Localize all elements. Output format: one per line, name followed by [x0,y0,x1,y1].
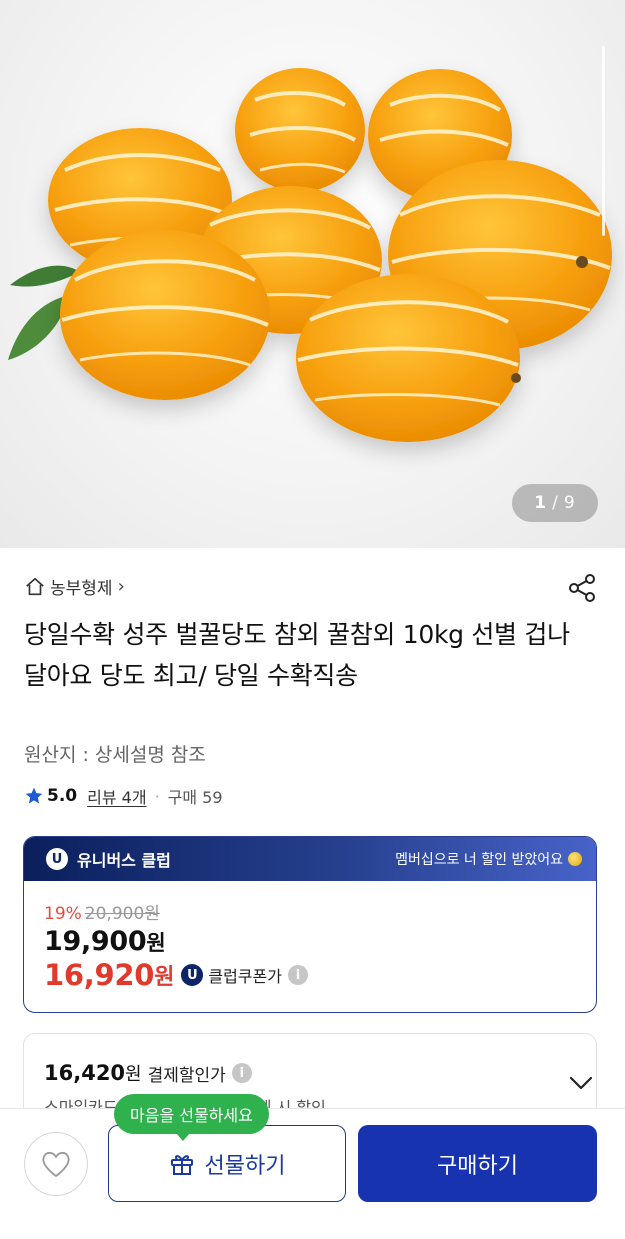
sale-price: 19,900 [44,926,147,957]
purchase-count: 구매 59 [167,788,223,807]
image-total-count: 9 [563,493,576,513]
wishlist-button[interactable] [24,1132,88,1196]
gift-icon [170,1154,193,1175]
chevron-right-icon: › [117,576,125,597]
star-icon [25,787,43,804]
info-icon[interactable]: i [231,1063,252,1083]
original-price-row: 19% 20,900원 [44,899,308,924]
buy-button[interactable]: 구매하기 [358,1125,597,1202]
discount-percent: 19% [44,904,82,924]
coupon-price-row: 16,920 원 U 클럽쿠폰가 i [44,958,308,992]
image-scroll-indicator [602,46,605,236]
club-message: 멤버십으로 너 할인 받았어요 [395,849,582,869]
seller-link[interactable]: 농부형제 › [24,574,125,599]
universe-club-logo-icon: U [46,848,68,870]
image-page-counter: 1 / 9 [512,484,598,522]
rating-score: 5.0 [47,786,78,806]
payment-discount-label: 결제할인가 [147,1065,226,1086]
club-header[interactable]: U 유니버스 클럽 멤버십으로 너 할인 받았어요 [24,837,596,881]
universe-club-price-box: U 유니버스 클럽 멤버십으로 너 할인 받았어요 19% 20,900원 19… [23,836,597,1013]
original-price: 20,900원 [84,904,160,924]
sale-price-row: 19,900원 [44,926,308,957]
seller-name: 농부형제 [50,579,113,599]
share-icon[interactable] [566,572,598,604]
bottom-action-bar: 선물하기 구매하기 [0,1108,625,1239]
info-icon[interactable]: i [287,965,308,985]
home-icon [26,577,44,595]
coupon-price-unit: 원 [154,965,175,990]
sale-price-unit: 원 [146,931,166,955]
coupon-price: 16,920 [44,958,155,992]
chevron-down-icon[interactable] [568,1074,594,1092]
gift-tooltip-text: 마음을 선물하세요 [130,1106,253,1125]
rating-row: 5.0 리뷰 4개 · 구매 59 [24,784,223,808]
gift-button-label: 선물하기 [204,1153,286,1179]
review-count-link[interactable]: 리뷰 4개 [87,784,146,808]
gift-tooltip: 마음을 선물하세요 [114,1094,269,1141]
payment-discount-price-row: 16,420 원 결제할인가 i [44,1060,252,1086]
product-image-carousel[interactable]: 1 / 9 [0,0,625,548]
club-name: 유니버스 클럽 [77,851,171,870]
product-origin: 원산지 : 상세설명 참조 [24,744,206,766]
buy-button-label: 구매하기 [437,1153,518,1179]
universe-club-badge-icon: U [181,964,204,986]
payment-discount-unit: 원 [125,1064,142,1085]
heart-icon [42,1151,70,1177]
product-title: 당일수확 성주 벌꿀당도 참외 꿀참외 10kg 선별 겁나 달아요 당도 최고… [24,620,570,690]
gift-button[interactable]: 선물하기 [108,1125,346,1202]
product-photo [8,68,612,442]
club-price-area: 19% 20,900원 19,900원 16,920 원 U 클럽쿠폰가 i [44,899,308,992]
club-message-text: 멤버십으로 너 할인 받았어요 [395,852,563,868]
image-counter-separator: / [552,493,559,513]
image-current-index: 1 [534,493,548,513]
coupon-price-label: 클럽쿠폰가 [208,967,282,986]
rating-separator: · [154,786,160,806]
coin-icon [568,852,582,866]
payment-discount-price: 16,420 [44,1061,126,1085]
